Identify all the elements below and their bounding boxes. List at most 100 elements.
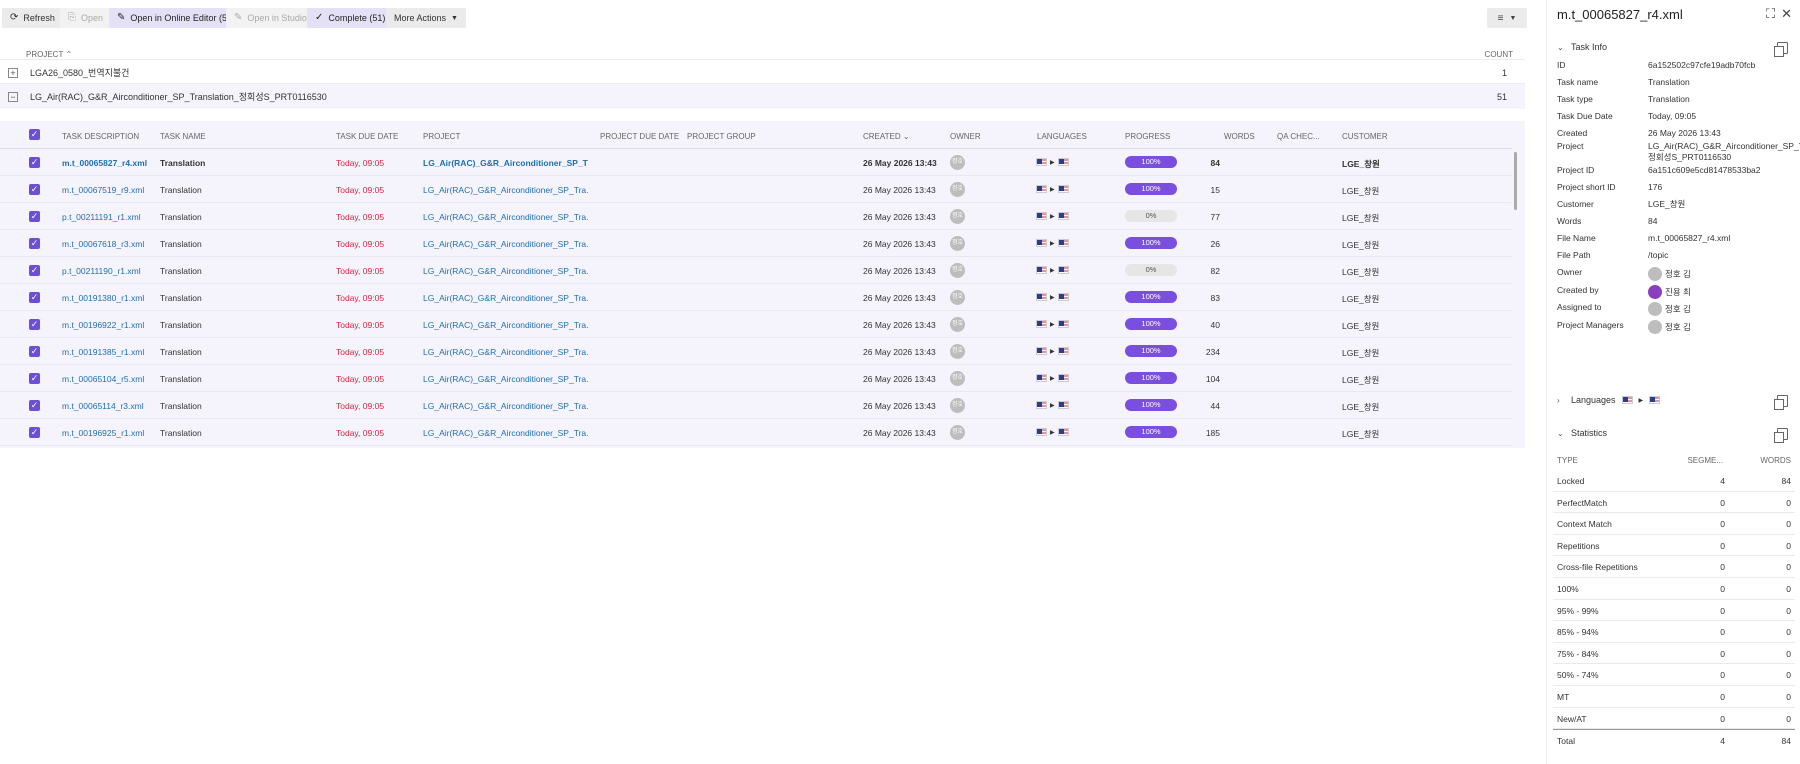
task-due-date: Today, 09:05 — [336, 347, 385, 357]
task-description-link[interactable]: p.t_00211191_r1.xml — [62, 212, 157, 222]
table-row[interactable]: ✓ p.t_00211191_r1.xml Translation Today, 09… — [0, 203, 1512, 230]
col-project-due-date[interactable]: PROJECT DUE DATE — [600, 132, 679, 141]
info-value: /topic — [1648, 250, 1669, 260]
row-checkbox[interactable]: ✓ — [29, 238, 40, 249]
task-description-link[interactable]: m.t_00067618_r3.xml — [62, 239, 157, 249]
project-link[interactable]: LG_Air(RAC)_G&R_Airconditioner_SP_Tra... — [423, 185, 588, 195]
col-project-group[interactable]: PROJECT GROUP — [687, 132, 756, 141]
row-checkbox[interactable]: ✓ — [29, 400, 40, 411]
info-value[interactable]: LG_Air(RAC)_G&R_Airconditioner_SP_Transl… — [1648, 141, 1800, 163]
copy-icon[interactable] — [1774, 42, 1788, 57]
col-owner[interactable]: OWNER — [950, 132, 981, 141]
table-row[interactable]: ✓ m.t_00196922_r1.xml Translation Today, 09… — [0, 311, 1512, 338]
copy-icon[interactable] — [1774, 395, 1788, 410]
languages-section-header[interactable]: › Languages ▶ — [1557, 395, 1661, 405]
task-description-link[interactable]: m.t_00196922_r1.xml — [62, 320, 157, 330]
col-qa-check[interactable]: QA CHEC... — [1277, 132, 1320, 141]
col-words[interactable]: WORDS — [1224, 132, 1255, 141]
task-description-link[interactable]: m.t_00196925_r1.xml — [62, 428, 157, 438]
grid-scrollbar[interactable] — [1514, 152, 1517, 210]
col-task-due-date[interactable]: TASK DUE DATE — [336, 132, 398, 141]
table-row[interactable]: ✓ m.t_00065104_r5.xml Translation Today, 09… — [0, 365, 1512, 392]
task-description-link[interactable]: p.t_00211190_r1.xml — [62, 266, 157, 276]
expand-icon[interactable]: + — [8, 67, 18, 78]
project-link[interactable]: LG_Air(RAC)_G&R_Airconditioner_SP_Tra... — [423, 320, 588, 330]
col-progress[interactable]: PROGRESS — [1125, 132, 1170, 141]
words-count: 15 — [1210, 185, 1220, 195]
close-icon[interactable]: ✕ — [1781, 6, 1792, 22]
caret-down-icon: ▼ — [1509, 14, 1517, 22]
task-description-link[interactable]: m.t_00191380_r1.xml — [62, 293, 157, 303]
task-description-link[interactable]: m.t_00067519_r9.xml — [62, 185, 157, 195]
table-row[interactable]: ✓ m.t_00065827_r4.xml Translation Today, 09… — [0, 149, 1512, 176]
table-row[interactable]: ✓ p.t_00211190_r1.xml Translation Today, 09… — [0, 257, 1512, 284]
table-row[interactable]: ✓ m.t_00196925_r1.xml Translation Today, 09… — [0, 419, 1512, 446]
table-row[interactable]: ✓ m.t_00191385_r1.xml Translation Today, 09… — [0, 338, 1512, 365]
task-description-link[interactable]: m.t_00065827_r4.xml — [62, 158, 157, 168]
col-customer[interactable]: CUSTOMER — [1342, 132, 1388, 141]
task-name: Translation — [160, 185, 202, 195]
table-row[interactable]: ✓ m.t_00065114_r3.xml Translation Today, 09… — [0, 392, 1512, 419]
col-task-name[interactable]: TASK NAME — [160, 132, 206, 141]
col-created[interactable]: CREATED ⌄ — [863, 132, 910, 141]
us-flag-icon — [1057, 158, 1069, 166]
project-link[interactable]: LG_Air(RAC)_G&R_Airconditioner_SP_Tra... — [423, 239, 588, 249]
collapse-icon[interactable]: − — [8, 91, 18, 102]
table-row[interactable]: ✓ m.t_00067618_r3.xml Translation Today, 09… — [0, 230, 1512, 257]
project-link[interactable]: LG_Air(RAC)_G&R_Airconditioner_SP_Tra... — [423, 347, 588, 357]
table-row[interactable]: ✓ m.t_00067519_r9.xml Translation Today, 09… — [0, 176, 1512, 203]
complete-button[interactable]: ✓ Complete (51) — [307, 8, 394, 28]
table-row[interactable]: ✓ m.t_00191380_r1.xml Translation Today, 09… — [0, 284, 1512, 311]
group-row-expanded[interactable]: − LG_Air(RAC)_G&R_Airconditioner_SP_Tran… — [0, 83, 1525, 109]
created-date: 26 May 2026 13:43 — [863, 212, 936, 222]
project-column-header[interactable]: PROJECT ⌃ — [26, 50, 72, 59]
info-label: File Name — [1557, 233, 1596, 243]
col-project[interactable]: PROJECT — [423, 132, 460, 141]
statistics-section-header[interactable]: ⌄ Statistics — [1557, 428, 1607, 438]
avatar — [1648, 285, 1662, 299]
project-link[interactable]: LG_Air(RAC)_G&R_Airconditioner_SP_Tra... — [423, 212, 588, 222]
stats-row: PerfectMatch 0 0 — [1553, 492, 1795, 514]
row-checkbox[interactable]: ✓ — [29, 265, 40, 276]
row-checkbox[interactable]: ✓ — [29, 157, 40, 168]
col-task-description[interactable]: TASK DESCRIPTION — [62, 132, 139, 141]
row-checkbox[interactable]: ✓ — [29, 319, 40, 330]
project-link[interactable]: LG_Air(RAC)_G&R_Airconditioner_SP_Tra... — [423, 293, 588, 303]
detail-panel: m.t_00065827_r4.xml ⛶ ✕ ⌄ Task Info ID 6a… — [1546, 0, 1800, 764]
row-checkbox[interactable]: ✓ — [29, 427, 40, 438]
refresh-button[interactable]: ⟳ Refresh — [2, 8, 63, 28]
group-row[interactable]: + LGA26_0580_번역지불건 1 — [0, 59, 1525, 85]
project-link[interactable]: LG_Air(RAC)_G&R_Airconditioner_SP_Tra... — [423, 401, 588, 411]
task-subgrid: ✓ TASK DESCRIPTION TASK NAME TASK DUE DA… — [0, 121, 1525, 448]
task-info-section-header[interactable]: ⌄ Task Info — [1557, 42, 1607, 52]
open-in-studio-button[interactable]: ✎ Open in Studio — [226, 8, 315, 28]
view-options-button[interactable]: ≡ ▼ — [1487, 8, 1527, 28]
chevron-down-icon: ⌄ — [1557, 428, 1564, 438]
task-description-link[interactable]: m.t_00065104_r5.xml — [62, 374, 157, 384]
project-link[interactable]: LG_Air(RAC)_G&R_Airconditioner_SP_Tra... — [423, 428, 588, 438]
expand-icon[interactable]: ⛶ — [1766, 6, 1775, 22]
col-languages[interactable]: LANGUAGES — [1037, 132, 1087, 141]
row-checkbox[interactable]: ✓ — [29, 346, 40, 357]
task-description-link[interactable]: m.t_00065114_r3.xml — [62, 401, 157, 411]
open-online-editor-button[interactable]: ✎ Open in Online Editor (51) — [109, 8, 243, 28]
select-all-checkbox[interactable]: ✓ — [29, 129, 40, 140]
open-button[interactable]: ⎘ Open — [60, 8, 112, 28]
created-date: 26 May 2026 13:43 — [863, 401, 936, 411]
info-label: Created by — [1557, 285, 1599, 295]
row-checkbox[interactable]: ✓ — [29, 292, 40, 303]
copy-icon[interactable] — [1774, 428, 1788, 443]
project-link[interactable]: LG_Air(RAC)_G&R_Airconditioner_SP_Tra... — [423, 266, 588, 276]
row-checkbox[interactable]: ✓ — [29, 373, 40, 384]
row-checkbox[interactable]: ✓ — [29, 211, 40, 222]
count-column-header[interactable]: COUNT — [1485, 50, 1513, 59]
project-link[interactable]: LG_Air(RAC)_G&R_Airconditioner_SP_Tra... — [423, 374, 588, 384]
words-count: 26 — [1210, 239, 1220, 249]
us-flag-icon — [1036, 374, 1047, 382]
words-count: 83 — [1210, 293, 1220, 303]
more-actions-button[interactable]: More Actions ▼ — [386, 8, 466, 28]
project-link[interactable]: LG_Air(RAC)_G&R_Airconditioner_SP_Tr... — [423, 158, 588, 168]
languages: ▶ — [1036, 293, 1069, 301]
task-description-link[interactable]: m.t_00191385_r1.xml — [62, 347, 157, 357]
row-checkbox[interactable]: ✓ — [29, 184, 40, 195]
